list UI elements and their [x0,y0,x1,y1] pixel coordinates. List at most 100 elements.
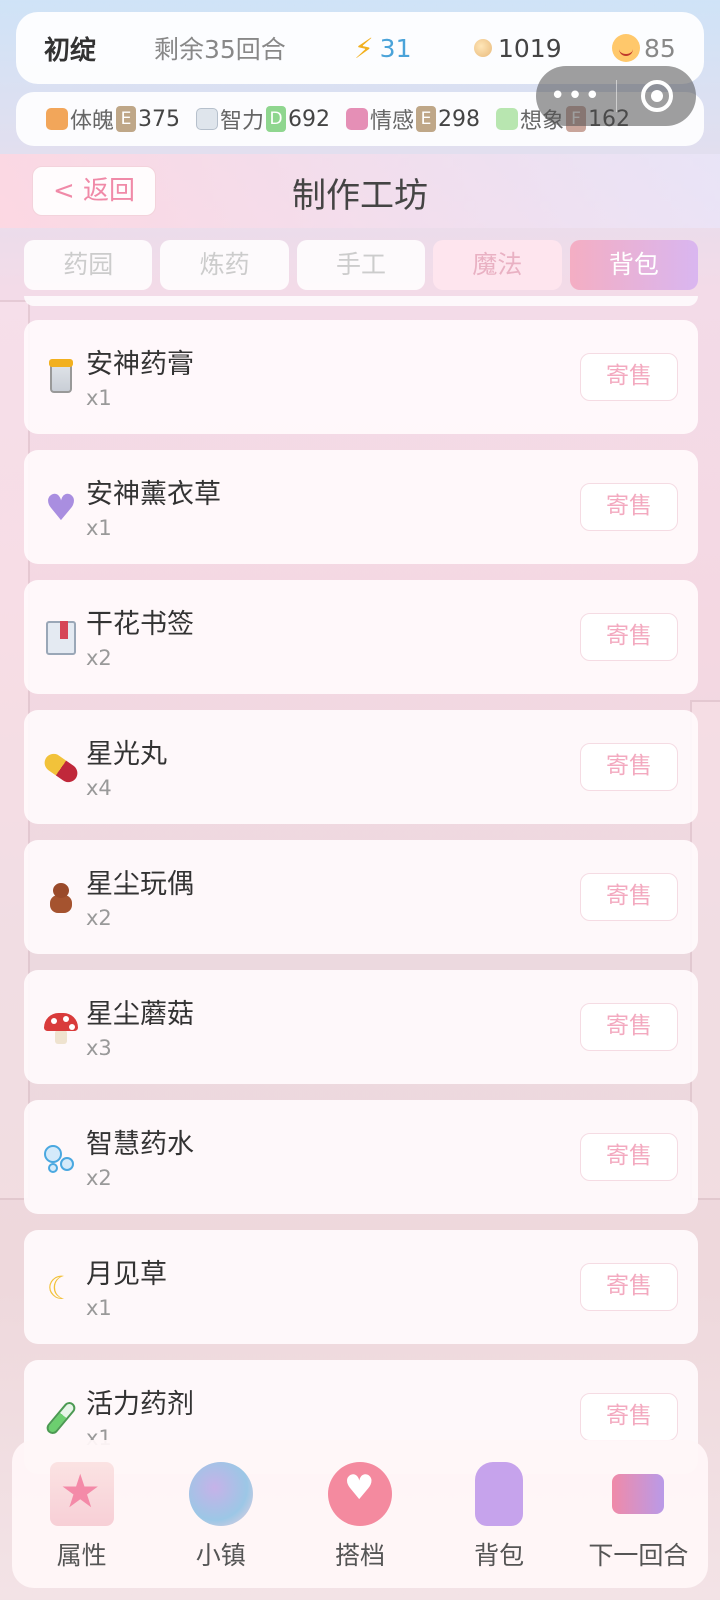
bottom-nav: 属性 小镇 搭档 背包 下一回合 [12,1440,708,1588]
more-menu-icon[interactable]: ••• [536,81,616,111]
stat-value: 375 [138,106,181,132]
nav-town[interactable]: 小镇 [161,1462,281,1588]
item-name: 安神药膏 [86,349,194,380]
item-name: 安神薰衣草 [86,479,221,510]
list-item: 星尘玩偶 x2 寄售 [24,840,698,954]
coins-value: 1019 [498,33,562,63]
consign-button[interactable]: 寄售 [580,1003,678,1051]
item-quantity: x2 [86,646,112,670]
mood-display: 85 [612,34,676,63]
inventory-list: 安神药膏 x1 寄售 ♥ 安神薰衣草 x1 寄售 干花书签 x2 寄售 星光丸 … [24,320,698,1490]
nav-partner[interactable]: 搭档 [300,1462,420,1588]
stat-emotion: 情感 E 298 [346,103,480,135]
consign-button[interactable]: 寄售 [580,1133,678,1181]
page-title: 制作工坊 [292,176,428,216]
list-top-edge [24,296,698,306]
item-quantity: x1 [86,1296,112,1320]
tab-herb-garden[interactable]: 药园 [24,240,153,290]
nav-next-round[interactable]: 下一回合 [578,1462,698,1588]
list-item: 星光丸 x4 寄售 [24,710,698,824]
stat-grade: E [116,106,137,132]
item-name: 活力药剂 [86,1389,194,1420]
item-quantity: x4 [86,776,112,800]
item-quantity: x1 [86,386,112,410]
stat-label: 智力 [220,109,265,134]
test-tube-icon [42,1398,80,1438]
player-name: 初绽 [44,35,97,66]
coin-icon [474,39,492,57]
teddy-bear-icon [42,878,80,918]
mood-value: 85 [644,33,676,63]
next-round-icon [612,1474,665,1514]
consign-button[interactable]: 寄售 [580,353,678,401]
list-item: ☾ 月见草 x1 寄售 [24,1230,698,1344]
consign-button[interactable]: 寄售 [580,743,678,791]
nav-attributes[interactable]: 属性 [22,1462,142,1588]
stat-value: 692 [288,106,331,132]
list-item: 智慧药水 x2 寄售 [24,1100,698,1214]
item-name: 智慧药水 [86,1129,194,1160]
nav-label: 搭档 [334,1541,385,1570]
consign-button[interactable]: 寄售 [580,1263,678,1311]
heart-icon [346,108,369,130]
stat-value: 298 [438,106,481,132]
item-name: 星光丸 [86,739,167,770]
tab-backpack[interactable]: 背包 [569,240,699,290]
stat-label: 情感 [370,109,415,134]
town-icon [188,1462,253,1526]
consign-button[interactable]: 寄售 [580,613,678,661]
physique-icon [46,108,68,130]
target-icon [640,80,673,112]
nav-label: 属性 [56,1541,107,1570]
mushroom-icon [42,1008,80,1048]
list-item: 干花书签 x2 寄售 [24,580,698,694]
remaining-rounds: 剩余35回合 [154,35,286,64]
miniprogram-capsule: ••• [536,66,696,126]
tab-alchemy[interactable]: 炼药 [160,240,289,290]
stat-physique: 体魄 E 375 [46,103,180,135]
nav-label: 背包 [474,1541,525,1570]
list-item: 星尘蘑菇 x3 寄售 [24,970,698,1084]
consign-button[interactable]: 寄售 [580,873,678,921]
close-miniprogram-button[interactable] [617,80,696,112]
nav-label: 小镇 [195,1541,246,1570]
book-icon [42,618,80,658]
pill-icon [41,748,81,788]
consign-button[interactable]: 寄售 [580,483,678,531]
stat-grade: D [266,106,287,132]
item-name: 星尘玩偶 [86,869,194,900]
energy-display: ⚡ 31 [354,32,454,65]
item-name: 星尘蘑菇 [86,999,194,1030]
energy-value: 31 [379,33,412,63]
coins-display: 1019 [474,34,594,63]
tab-magic[interactable]: 魔法 [433,240,562,290]
list-item: 安神药膏 x1 寄售 [24,320,698,434]
item-quantity: x2 [86,1166,112,1190]
bubbles-icon [42,1138,80,1178]
item-quantity: x3 [86,1036,112,1060]
heart-icon: ♥ [44,487,78,529]
stat-intelligence: 智力 D 692 [196,103,330,135]
item-quantity: x1 [86,516,112,540]
item-name: 干花书签 [86,609,194,640]
nav-backpack[interactable]: 背包 [439,1462,559,1588]
partner-icon [327,1462,392,1526]
moon-icon: ☾ [46,1269,76,1307]
category-tabs: 药园 炼药 手工 魔法 背包 [24,240,699,290]
page-header: < 返回 制作工坊 [0,154,720,228]
book-open-icon [196,108,219,130]
consign-button[interactable]: 寄售 [580,1393,678,1441]
stat-label: 体魄 [70,109,115,134]
item-quantity: x2 [86,906,112,930]
jar-icon [42,358,80,398]
stat-grade: E [416,106,437,132]
list-item: ♥ 安神薰衣草 x1 寄售 [24,450,698,564]
tab-handcraft[interactable]: 手工 [296,240,426,290]
item-name: 月见草 [86,1259,167,1290]
imagination-icon [496,108,519,130]
nav-label: 下一回合 [588,1541,689,1570]
backpack-icon [475,1462,524,1526]
attributes-icon [49,1462,114,1526]
smiley-icon [612,34,640,62]
lightning-icon: ⚡ [354,31,374,65]
